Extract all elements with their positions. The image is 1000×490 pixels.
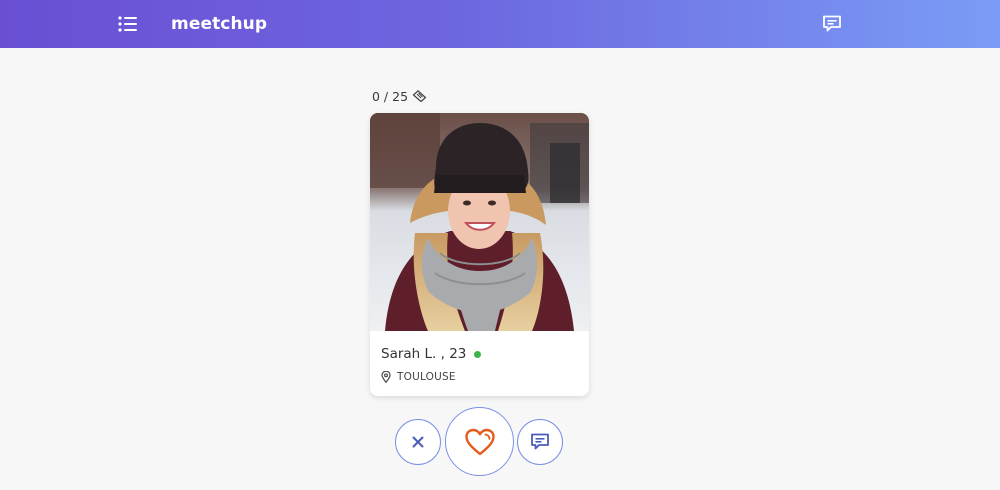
ticket-icon — [412, 90, 427, 102]
swipe-counter: 0 / 25 — [372, 86, 427, 106]
profile-name-age: Sarah L. , 23 — [381, 346, 467, 362]
message-button[interactable] — [517, 419, 563, 465]
top-app-bar: meetchup — [0, 0, 1000, 48]
list-menu-icon — [118, 16, 137, 32]
location-pin-icon — [381, 371, 391, 383]
messages-button[interactable] — [820, 12, 844, 36]
close-icon — [412, 436, 424, 448]
profile-location: TOULOUSE — [397, 371, 456, 383]
chat-bubble-icon — [823, 15, 841, 32]
profile-name-row: Sarah L. , 23 — [381, 344, 482, 364]
app-brand-title[interactable]: meetchup — [171, 10, 267, 38]
skip-button[interactable] — [395, 419, 441, 465]
chat-bubble-icon — [531, 433, 549, 450]
profile-photo — [370, 113, 589, 331]
menu-button[interactable] — [116, 13, 140, 35]
profile-card[interactable]: Sarah L. , 23 TOULOUSE — [370, 113, 589, 396]
swipe-count-text: 0 / 25 — [372, 88, 409, 104]
online-status-dot — [474, 350, 482, 358]
heart-icon — [464, 428, 495, 455]
profile-location-row: TOULOUSE — [381, 369, 456, 385]
like-button[interactable] — [445, 407, 514, 476]
